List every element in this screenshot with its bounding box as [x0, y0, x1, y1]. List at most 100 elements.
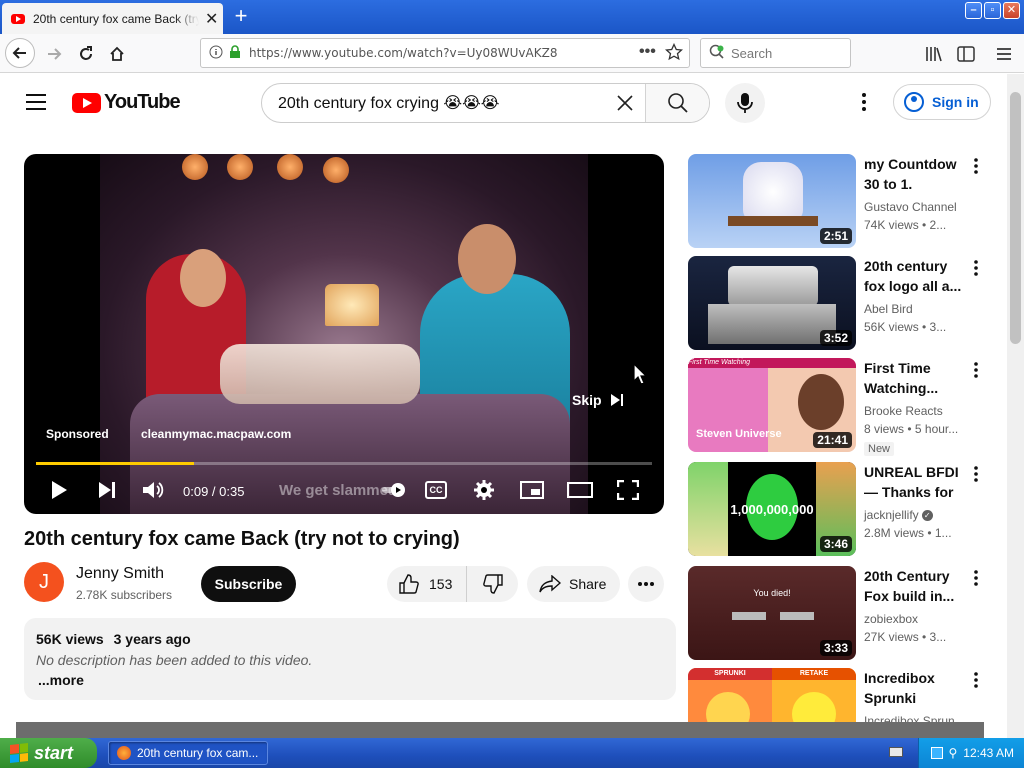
more-actions-button[interactable]	[628, 566, 664, 602]
bookmark-star-icon[interactable]	[664, 42, 684, 64]
page-actions-icon[interactable]: •••	[639, 43, 656, 61]
miniplayer-button[interactable]	[519, 478, 545, 502]
autoplay-toggle[interactable]	[382, 478, 406, 502]
related-title[interactable]: Incredibox Sprunki Retak...	[864, 668, 964, 708]
related-video[interactable]: SPRUNKI RETAKE Incredibox Sprunki Retak.…	[688, 668, 998, 722]
related-channel[interactable]: Gustavo Channel	[864, 200, 957, 214]
related-video[interactable]: 1,000,000,000 3:46 UNREAL BFDI — Thanks …	[688, 462, 998, 556]
play-button[interactable]	[46, 478, 72, 502]
youtube-logo[interactable]: YouTube	[72, 91, 181, 114]
sponsor-url[interactable]: cleanmymac.macpaw.com	[141, 427, 291, 441]
voice-search-button[interactable]	[725, 83, 765, 123]
library-icon[interactable]	[920, 40, 948, 68]
related-video[interactable]: 2:51 my Countdow 30 to 1. Gustavo Channe…	[688, 154, 998, 248]
video-thumbnail[interactable]: First Time Watching Steven Universe 21:4…	[688, 358, 856, 452]
search-tray-icon[interactable]: ⚲	[949, 746, 958, 760]
theater-mode-button[interactable]	[566, 478, 594, 502]
share-button[interactable]: Share	[527, 566, 620, 602]
related-menu-icon[interactable]	[968, 258, 984, 278]
scrollbar-thumb[interactable]	[1010, 92, 1021, 344]
browser-search-placeholder: Search	[731, 45, 773, 61]
home-button[interactable]	[103, 40, 131, 68]
video-thumbnail[interactable]: SPRUNKI RETAKE	[688, 668, 856, 722]
sign-in-button[interactable]: Sign in	[893, 84, 991, 120]
related-title[interactable]: First Time Watching...	[864, 358, 964, 398]
new-tab-icon[interactable]: +	[230, 5, 252, 27]
channel-avatar[interactable]: J	[24, 562, 64, 602]
browser-tab[interactable]: 20th century fox came Back (try not to c…	[2, 3, 223, 34]
related-title[interactable]: 20th Century Fox build in...	[864, 566, 964, 606]
description-box[interactable]: 56K views 3 years ago No description has…	[24, 618, 676, 700]
subtitles-button[interactable]: CC	[425, 481, 447, 499]
video-player[interactable]: Sponsored cleanmymac.macpaw.com Skip 0:0…	[24, 154, 664, 514]
thumb-show-text: Steven Universe	[696, 428, 782, 440]
volume-button[interactable]	[140, 478, 166, 502]
clock: 12:43 AM	[963, 746, 1014, 760]
next-button[interactable]	[94, 478, 120, 502]
like-button[interactable]: 153	[387, 566, 467, 602]
related-channel[interactable]: zobiexbox	[864, 612, 918, 626]
guide-menu-icon[interactable]	[26, 94, 46, 110]
player-controls: 0:09 / 0:35 We get slammed CC	[24, 472, 664, 508]
related-channel-name: jacknjellify	[864, 508, 919, 522]
progress-bar[interactable]	[36, 462, 652, 465]
tab-close-icon[interactable]: ✕	[205, 9, 218, 29]
related-menu-icon[interactable]	[968, 464, 984, 484]
verified-icon: ✓	[921, 510, 933, 522]
reload-icon	[80, 46, 92, 60]
video-thumbnail[interactable]: 1,000,000,000 3:46	[688, 462, 856, 556]
skip-ad-button[interactable]: Skip	[572, 392, 624, 408]
related-menu-icon[interactable]	[968, 156, 984, 176]
back-button[interactable]	[5, 38, 35, 68]
menu-icon[interactable]	[990, 40, 1018, 68]
keyboard-icon[interactable]	[889, 747, 903, 757]
search-button[interactable]	[645, 84, 709, 122]
search-input[interactable]: 20th century fox crying 😭😭😭	[262, 93, 605, 113]
info-icon[interactable]	[209, 45, 223, 62]
show-more-link[interactable]: ...more	[38, 672, 84, 688]
video-thumbnail[interactable]: You died! 3:33	[688, 566, 856, 660]
firefox-icon	[117, 746, 131, 760]
channel-name[interactable]: Jenny Smith	[76, 565, 164, 583]
home-icon	[110, 46, 124, 61]
sponsored-label: Sponsored	[46, 427, 109, 441]
related-title[interactable]: UNREAL BFDI — Thanks for 1...	[864, 462, 964, 502]
video-frame	[100, 154, 588, 514]
taskbar-window-button[interactable]: 20th century fox cam...	[108, 741, 268, 765]
related-channel[interactable]: jacknjellify ✓	[864, 508, 933, 522]
related-menu-icon[interactable]	[968, 670, 984, 690]
reload-button[interactable]	[72, 40, 100, 68]
browser-search-bar[interactable]: Search	[700, 38, 851, 68]
related-title[interactable]: my Countdow 30 to 1.	[864, 154, 964, 194]
address-bar[interactable]: https://www.youtube.com/watch?v=Uy08WUvA…	[200, 38, 690, 68]
dislike-button[interactable]	[467, 566, 518, 602]
related-video[interactable]: 3:52 20th century fox logo all a... Abel…	[688, 256, 998, 350]
related-menu-icon[interactable]	[968, 568, 984, 588]
forward-button[interactable]	[40, 40, 68, 68]
minimize-button[interactable]: –	[965, 2, 982, 19]
related-channel[interactable]: Abel Bird	[864, 302, 913, 316]
video-thumbnail[interactable]: 3:52	[688, 256, 856, 350]
video-thumbnail[interactable]: 2:51	[688, 154, 856, 248]
clear-search-icon[interactable]	[605, 84, 645, 122]
network-icon[interactable]	[930, 747, 943, 759]
subscribe-button[interactable]: Subscribe	[201, 566, 296, 602]
lock-icon[interactable]	[229, 44, 241, 62]
related-channel[interactable]: Brooke Reacts	[864, 404, 943, 418]
related-channel[interactable]: Incredibox Sprun...	[864, 714, 965, 722]
related-video[interactable]: First Time Watching Steven Universe 21:4…	[688, 358, 998, 456]
settings-button[interactable]	[471, 478, 497, 502]
related-video[interactable]: You died! 3:33 20th Century Fox build in…	[688, 566, 998, 660]
page-scrollbar[interactable]	[1007, 74, 1024, 738]
maximize-button[interactable]: ▫	[984, 2, 1001, 19]
upload-age: 3 years ago	[113, 631, 191, 647]
start-button[interactable]: start	[0, 738, 97, 768]
related-title[interactable]: 20th century fox logo all a...	[864, 256, 964, 296]
fullscreen-button[interactable]	[616, 478, 640, 502]
fullscreen-icon	[617, 480, 639, 500]
related-menu-icon[interactable]	[968, 360, 984, 380]
related-views: 27K views • 3...	[864, 630, 947, 644]
sidebar-icon[interactable]	[952, 40, 980, 68]
settings-kebab-icon[interactable]	[852, 90, 876, 114]
window-close-button[interactable]: ✕	[1003, 2, 1020, 19]
